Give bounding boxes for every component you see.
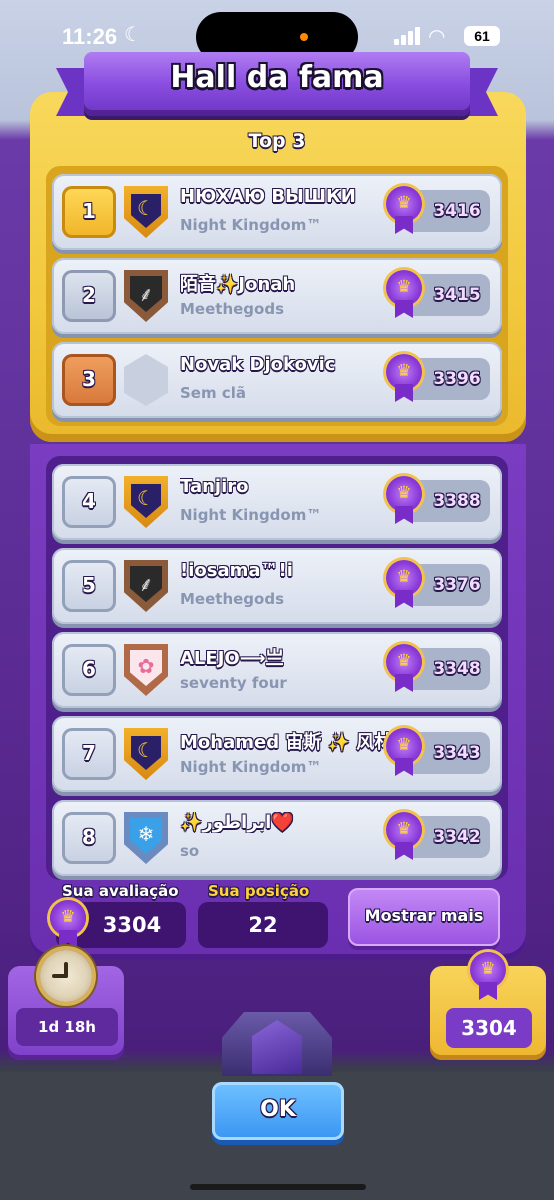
trophy-value: 3342 xyxy=(433,827,481,847)
leaderboard-row[interactable]: 2 ⸙ 陌音✨Jonah Meethegods 3415 ♛ xyxy=(52,258,502,334)
flower-badge-icon: ✿ xyxy=(124,640,168,698)
leaderboard-row[interactable]: 8 ❄ ✨ابراطور❤️ so 3342 ♛ xyxy=(52,800,502,876)
crown-medal-icon: ♛ xyxy=(386,186,422,236)
trophy-value: 3348 xyxy=(433,659,481,679)
title-banner: Hall da fama xyxy=(56,44,498,122)
clan-name: Night Kingdom™ xyxy=(180,506,322,524)
clan-name: seventy four xyxy=(180,674,287,692)
crown-medal-icon: ♛ xyxy=(386,354,422,404)
castle-moon-badge-icon: ☾ xyxy=(124,472,168,530)
trophy-value: 3415 xyxy=(433,285,481,305)
battery-indicator: 61 xyxy=(464,26,500,46)
leaderboard-row[interactable]: 3 Novak Djokovic Sem clã 3396 ♛ xyxy=(52,342,502,418)
clan-name: Night Kingdom™ xyxy=(180,758,322,776)
snowflake-badge-icon: ❄ xyxy=(124,808,168,866)
empty-clan-badge-icon xyxy=(124,350,168,408)
crown-medal-icon: ♛ xyxy=(386,644,422,694)
trophy-value: 3396 xyxy=(433,369,481,389)
rating-label: Sua avaliação xyxy=(62,882,179,900)
rank-number: 4 xyxy=(62,476,116,528)
bamboo-badge-icon: ⸙ xyxy=(124,266,168,324)
clan-name: Sem clã xyxy=(180,384,246,402)
clan-name: Night Kingdom™ xyxy=(180,216,322,234)
rank-number: 1 xyxy=(62,186,116,238)
trophy-total: 3304 xyxy=(446,1008,532,1048)
leaderboard-row[interactable]: 1 ☾ НЮХАЮ ВЫШКИ Night Kingdom™ 3416 ♛ xyxy=(52,174,502,250)
rank-number: 2 xyxy=(62,270,116,322)
show-more-button[interactable]: Mostrar mais xyxy=(348,888,500,946)
leaderboard-row[interactable]: 7 ☾ Mohamed 宙斯 ✨ 风林 Night Kingdom™ 3343 ♛ xyxy=(52,716,502,792)
bamboo-badge-icon: ⸙ xyxy=(124,556,168,614)
page-title: Hall da fama xyxy=(170,60,384,95)
trophy-value: 3388 xyxy=(433,491,481,511)
crown-medal-icon: ♛ xyxy=(386,728,422,778)
crown-medal-icon: ♛ xyxy=(386,476,422,526)
trophy-value: 3343 xyxy=(433,743,481,763)
crown-medal-icon: ♛ xyxy=(386,560,422,610)
rank-number: 3 xyxy=(62,354,116,406)
trophy-value: 3376 xyxy=(433,575,481,595)
rank-number: 8 xyxy=(62,812,116,864)
clan-name: Meethegods xyxy=(180,590,285,608)
position-value: 22 xyxy=(198,902,328,948)
stopwatch-icon xyxy=(40,950,92,1002)
home-indicator xyxy=(190,1184,366,1190)
season-timer: 1d 18h xyxy=(16,1008,118,1046)
rank-number: 5 xyxy=(62,560,116,612)
rank-number: 7 xyxy=(62,728,116,780)
rating-trophy-icon: ♛ xyxy=(50,900,86,950)
position-label: Sua posição xyxy=(208,882,310,900)
clan-name: Meethegods xyxy=(180,300,285,318)
leaderboard-row[interactable]: 4 ☾ Tanjiro Night Kingdom™ 3388 ♛ xyxy=(52,464,502,540)
signal-icon xyxy=(394,27,422,45)
clan-name: so xyxy=(180,842,200,860)
recording-dot-icon xyxy=(300,33,308,41)
castle-moon-badge-icon: ☾ xyxy=(124,724,168,782)
castle-moon-badge-icon: ☾ xyxy=(124,182,168,240)
leaderboard-row[interactable]: 5 ⸙ !iosama™!i Meethegods 3376 ♛ xyxy=(52,548,502,624)
trophy-value: 3416 xyxy=(433,201,481,221)
ok-button[interactable]: OK xyxy=(212,1082,344,1140)
leaderboard-row[interactable]: 6 ✿ ALEJO⟶亗 seventy four 3348 ♛ xyxy=(52,632,502,708)
trophy-card-icon: ♛ xyxy=(470,952,506,1002)
focus-moon-icon: ☾ xyxy=(124,22,142,46)
crown-medal-icon: ♛ xyxy=(386,812,422,862)
top3-heading: Top 3 xyxy=(248,130,306,152)
rank-number: 6 xyxy=(62,644,116,696)
crown-medal-icon: ♛ xyxy=(386,270,422,320)
